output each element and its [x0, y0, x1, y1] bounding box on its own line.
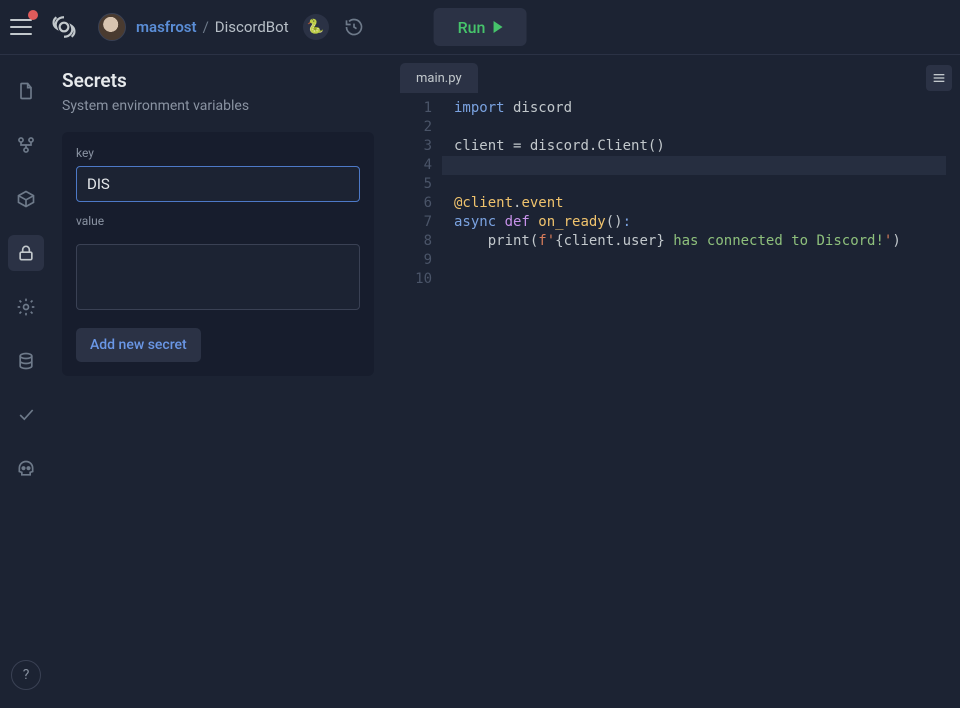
add-secret-label: Add new secret: [90, 337, 187, 353]
code-area[interactable]: import discord client = discord.Client()…: [442, 93, 952, 708]
top-bar: masfrost / DiscordBot 🐍 Run: [0, 0, 960, 55]
secret-value-input[interactable]: [76, 244, 360, 310]
user-avatar[interactable]: [98, 13, 126, 41]
skull-icon[interactable]: [8, 451, 44, 487]
history-icon[interactable]: [341, 14, 367, 40]
database-icon[interactable]: [8, 343, 44, 379]
language-badge-python-icon[interactable]: 🐍: [303, 14, 329, 40]
secrets-subtitle: System environment variables: [62, 98, 374, 114]
breadcrumb-separator: /: [203, 18, 209, 36]
add-secret-button[interactable]: Add new secret: [76, 328, 201, 362]
replit-logo-icon[interactable]: [48, 11, 80, 43]
secret-form: key value Add new secret: [62, 132, 374, 376]
breadcrumb-user[interactable]: masfrost: [136, 18, 197, 36]
notification-dot-icon: [28, 10, 38, 20]
help-icon: ?: [23, 667, 30, 683]
python-emoji: 🐍: [307, 19, 324, 35]
secrets-title: Secrets: [62, 69, 374, 92]
value-label: value: [76, 214, 360, 228]
files-icon[interactable]: [8, 73, 44, 109]
check-icon[interactable]: [8, 397, 44, 433]
breadcrumb-project[interactable]: DiscordBot: [215, 18, 289, 36]
secrets-panel: Secrets System environment variables key…: [52, 55, 390, 708]
run-button-label: Run: [458, 18, 486, 37]
secrets-lock-icon[interactable]: [8, 235, 44, 271]
packages-icon[interactable]: [8, 181, 44, 217]
help-button[interactable]: ?: [11, 660, 41, 690]
line-gutter: 12345678910: [400, 93, 442, 708]
settings-gear-icon[interactable]: [8, 289, 44, 325]
hamburger-menu-icon[interactable]: [10, 14, 36, 40]
run-button[interactable]: Run: [434, 8, 527, 46]
secret-key-input[interactable]: [76, 166, 360, 202]
code-editor[interactable]: 12345678910 import discord client = disc…: [400, 93, 952, 708]
breadcrumb: masfrost / DiscordBot: [136, 18, 289, 36]
editor-pane: main.py 12345678910 import discord clien…: [390, 55, 960, 708]
tool-rail: ?: [0, 55, 52, 708]
file-tab-main[interactable]: main.py: [400, 63, 478, 93]
version-control-icon[interactable]: [8, 127, 44, 163]
file-tab-label: main.py: [416, 71, 462, 86]
play-icon: [493, 21, 502, 33]
editor-menu-icon[interactable]: [926, 65, 952, 91]
editor-tab-row: main.py: [400, 63, 952, 93]
main-area: ? Secrets System environment variables k…: [0, 55, 960, 708]
key-label: key: [76, 146, 360, 160]
